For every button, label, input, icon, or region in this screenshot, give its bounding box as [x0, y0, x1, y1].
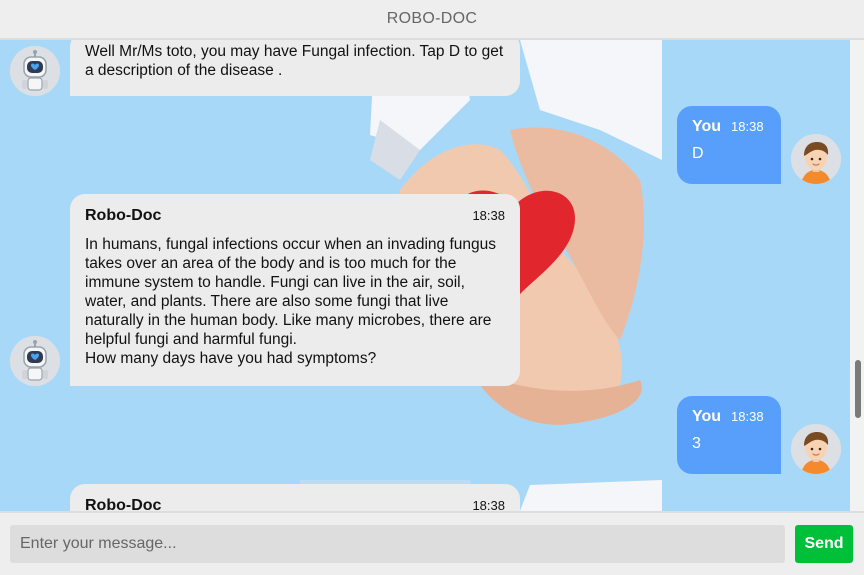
message-sender: You [692, 118, 722, 135]
message-sender: Robo-Doc [85, 207, 162, 224]
message-input[interactable] [10, 525, 785, 563]
robot-avatar-icon [10, 46, 60, 96]
bot-message: Robo-Doc 18:38 In humans, fungal infecti… [70, 194, 520, 386]
bot-message: Well Mr/Ms toto, you may have Fungal inf… [70, 40, 520, 96]
message-text: In humans, fungal infections occur when … [85, 236, 497, 367]
bot-message: Robo-Doc 18:38 [70, 484, 520, 511]
message-composer: Send [0, 511, 864, 575]
message-text: 3 [692, 435, 701, 452]
bot-avatar [10, 336, 60, 386]
user-message: You 18:38 3 [677, 396, 781, 474]
message-time: 18:38 [472, 208, 505, 223]
user-avatar [791, 134, 841, 184]
send-button[interactable]: Send [795, 525, 853, 563]
app-header: ROBO-DOC [0, 0, 864, 40]
boy-avatar-icon [791, 134, 841, 184]
bot-avatar [10, 46, 60, 96]
scrollbar-thumb[interactable] [855, 360, 861, 418]
chat-area: Well Mr/Ms toto, you may have Fungal inf… [0, 40, 864, 511]
app-title: ROBO-DOC [386, 10, 478, 27]
message-text: Well Mr/Ms toto, you may have Fungal inf… [85, 43, 504, 79]
message-time: 18:38 [472, 498, 505, 511]
message-sender: Robo-Doc [85, 497, 162, 511]
user-message: You 18:38 D [677, 106, 781, 184]
message-time: 18:38 [731, 119, 764, 134]
user-avatar [791, 424, 841, 474]
message-sender: You [692, 408, 722, 425]
chat-scrollbar[interactable] [850, 40, 864, 511]
robot-avatar-icon [10, 336, 60, 386]
boy-avatar-icon [791, 424, 841, 474]
message-time: 18:38 [731, 409, 764, 424]
message-text: D [692, 145, 704, 162]
